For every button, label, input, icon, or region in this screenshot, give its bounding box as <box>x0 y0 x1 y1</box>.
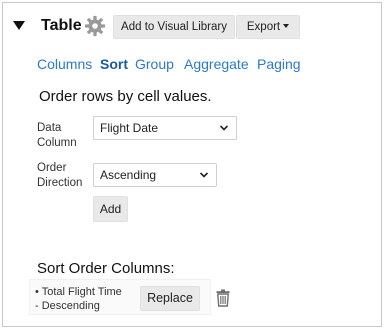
add-sort-button[interactable]: Add <box>93 196 128 222</box>
sort-order-item: • Total Flight Time - Descending Replace <box>29 279 211 315</box>
export-dropdown-button[interactable]: Export <box>236 15 300 39</box>
export-caret-icon <box>283 24 290 28</box>
chevron-down-icon <box>199 172 209 178</box>
panel-header: Table Add to Visual Library Export <box>11 15 371 41</box>
order-direction-select[interactable]: Ascending <box>93 163 217 187</box>
tab-columns[interactable]: Columns <box>37 56 92 72</box>
sort-order-item-text: • Total Flight Time - Descending <box>35 286 122 312</box>
tab-group[interactable]: Group <box>135 56 174 72</box>
tab-sort[interactable]: Sort <box>100 56 128 72</box>
sort-order-heading: Sort Order Columns: <box>37 260 175 277</box>
data-column-value: Flight Date <box>100 121 159 135</box>
table-config-panel: Table Add to Visual Library Export Colum… <box>2 2 382 327</box>
order-direction-label: Order Direction <box>37 162 83 189</box>
chevron-down-icon <box>219 125 229 131</box>
tab-paging[interactable]: Paging <box>257 56 301 72</box>
sort-heading: Order rows by cell values. <box>39 88 212 105</box>
data-column-select[interactable]: Flight Date <box>93 116 237 140</box>
collapse-caret-icon[interactable] <box>13 21 25 30</box>
replace-button[interactable]: Replace <box>140 286 200 311</box>
export-label: Export <box>246 21 281 33</box>
panel-title: Table <box>41 17 82 34</box>
add-to-visual-library-button[interactable]: Add to Visual Library <box>113 15 235 39</box>
tab-aggregate[interactable]: Aggregate <box>184 56 249 72</box>
order-direction-value: Ascending <box>100 168 157 182</box>
data-column-label: Data Column <box>37 122 77 149</box>
gear-icon[interactable] <box>84 15 106 37</box>
trash-icon[interactable] <box>216 289 230 307</box>
